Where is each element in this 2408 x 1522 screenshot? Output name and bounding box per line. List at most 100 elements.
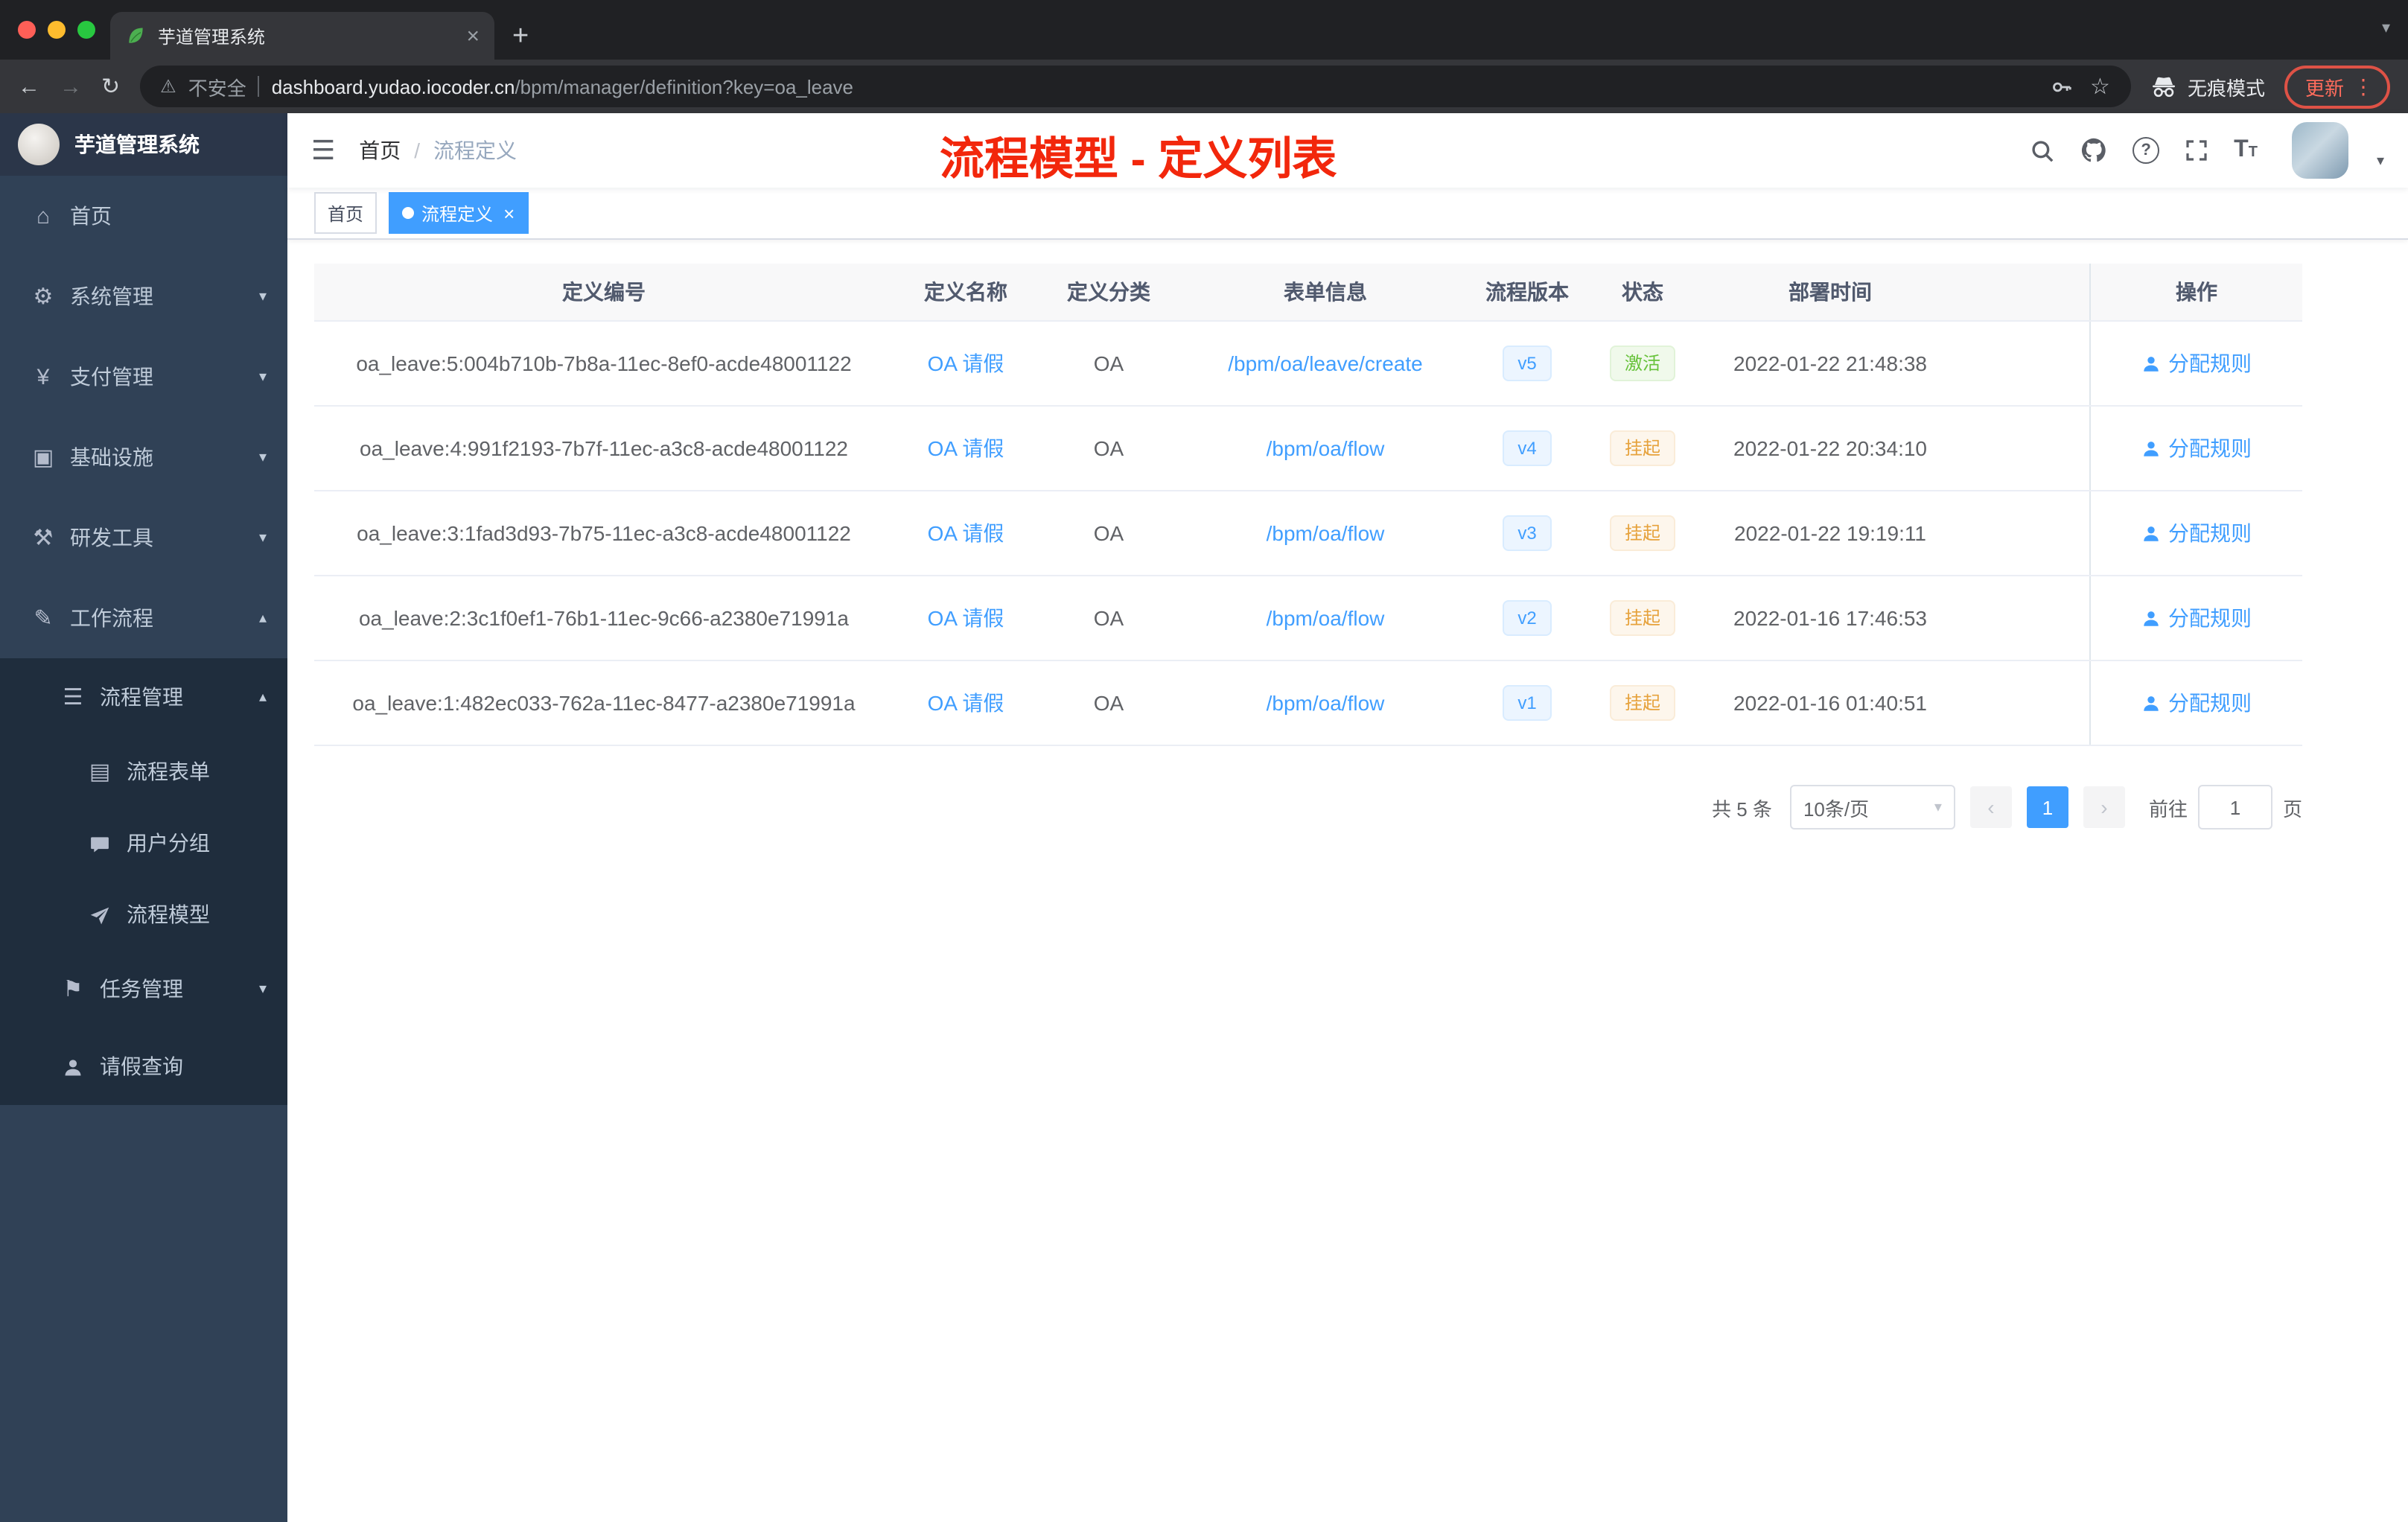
tag-label: 首页 <box>328 203 364 224</box>
tag-label: 流程定义 <box>421 203 494 224</box>
search-icon[interactable] <box>2030 138 2055 163</box>
col-category: 定义分类 <box>1067 280 1150 304</box>
prev-page-button[interactable]: ‹ <box>1969 786 2012 828</box>
url-omnibox[interactable]: ⚠ 不安全 dashboard.yudao.iocoder.cn/bpm/man… <box>139 66 2131 107</box>
sidebar-item-label: 系统管理 <box>70 284 153 308</box>
sidebar-item-payment-management[interactable]: ¥ 支付管理 ▾ <box>0 337 287 417</box>
sidebar-item-dev-tools[interactable]: ⚒ 研发工具 ▾ <box>0 497 287 578</box>
cell-deploy-time: 2022-01-16 01:40:51 <box>1733 691 1927 715</box>
cell-definition-name: OA 请假 <box>894 433 1038 463</box>
tag-process-definition[interactable]: 流程定义 × <box>389 192 529 234</box>
col-version: 流程版本 <box>1485 280 1569 304</box>
not-secure-label[interactable]: 不安全 <box>188 72 246 101</box>
goto-label: 前往 <box>2148 797 2188 820</box>
breadcrumb-separator: / <box>414 138 421 162</box>
help-icon[interactable]: ? <box>2133 137 2160 164</box>
table-row: oa_leave:1:482ec033-762a-11ec-8477-a2380… <box>314 661 2302 746</box>
sidebar-item-task-management[interactable]: ⚑ 任务管理 ▾ <box>0 950 287 1028</box>
tag-close-icon[interactable]: × <box>503 202 515 224</box>
definition-name-link[interactable]: OA 请假 <box>928 521 1004 545</box>
definition-name-link[interactable]: OA 请假 <box>928 351 1004 375</box>
cell-definition-id: oa_leave:4:991f2193-7b7f-11ec-a3c8-acde4… <box>360 436 848 460</box>
page-size-value: 10条/页 <box>1803 797 1870 820</box>
cell-status: 挂起 <box>1583 430 1702 466</box>
list-icon: ☰ <box>63 685 83 710</box>
key-icon[interactable] <box>2050 75 2072 98</box>
tab-close-icon[interactable]: × <box>466 23 480 48</box>
sidebar-item-process-form[interactable]: ▤ 流程表单 <box>0 736 287 807</box>
sidebar-item-infrastructure[interactable]: ▣ 基础设施 ▾ <box>0 417 287 497</box>
favicon-leaf-icon <box>129 28 143 43</box>
goto-page-input[interactable] <box>2197 785 2272 830</box>
sidebar-item-workflow[interactable]: ✎ 工作流程 ▴ <box>0 578 287 658</box>
col-definition-id: 定义编号 <box>562 280 646 304</box>
chevron-up-icon: ▴ <box>258 610 267 626</box>
tab-search-caret-icon[interactable]: ▾ <box>2382 18 2390 37</box>
update-label: 更新 <box>2305 77 2344 99</box>
browser-menu-icon[interactable]: ⋮ <box>2353 74 2374 99</box>
sidebar-item-process-management[interactable]: ☰ 流程管理 ▴ <box>0 658 287 736</box>
chrome-update-button[interactable]: 更新 ⋮ <box>2284 65 2390 108</box>
status-tag: 挂起 <box>1609 430 1675 466</box>
active-tag-dot <box>402 207 415 219</box>
definition-name-link[interactable]: OA 请假 <box>928 606 1004 630</box>
browser-tab[interactable]: 芋道管理系统 × <box>110 12 494 60</box>
assign-rule-button[interactable]: 分配规则 <box>2141 433 2252 463</box>
chevron-up-icon: ▴ <box>258 689 267 705</box>
col-action: 操作 <box>2089 264 2302 320</box>
minimize-window-button[interactable] <box>48 21 66 39</box>
screen: 芋道管理系统 × + ▾ ← → ↻ ⚠ 不安全 dashboard.yudao… <box>0 0 2408 1522</box>
sidebar-item-process-model[interactable]: 流程模型 <box>0 879 287 950</box>
page-1-button[interactable]: 1 <box>2026 786 2068 828</box>
assign-rule-button[interactable]: 分配规则 <box>2141 603 2252 633</box>
definition-name-link[interactable]: OA 请假 <box>928 436 1004 460</box>
new-tab-button[interactable]: + <box>512 21 529 54</box>
bookmark-star-icon[interactable]: ☆ <box>2090 73 2110 100</box>
form-info-link[interactable]: /bpm/oa/flow <box>1267 521 1385 545</box>
sidebar-item-user-group[interactable]: 用户分组 <box>0 807 287 879</box>
version-tag: v4 <box>1503 430 1552 466</box>
cell-category: OA <box>1093 351 1124 375</box>
zoom-window-button[interactable] <box>77 21 95 39</box>
assign-rule-button[interactable]: 分配规则 <box>2141 348 2252 378</box>
next-page-button[interactable]: › <box>2083 786 2125 828</box>
assign-rule-button[interactable]: 分配规则 <box>2141 518 2252 548</box>
omnibox-divider <box>258 76 260 97</box>
sidebar-item-system-management[interactable]: ⚙ 系统管理 ▾ <box>0 256 287 337</box>
page-size-select[interactable]: 10条/页 ▾ <box>1789 785 1955 830</box>
sidebar: 芋道管理系统 ⌂ 首页 ⚙ 系统管理 ▾ ¥ 支付管理 ▾ ▣ 基础设施 ▾ ⚒… <box>0 113 287 1522</box>
form-info-link[interactable]: /bpm/oa/flow <box>1267 691 1385 715</box>
cell-status: 挂起 <box>1583 685 1702 721</box>
back-icon[interactable]: ← <box>18 74 40 99</box>
assign-rule-button[interactable]: 分配规则 <box>2141 688 2252 718</box>
reload-icon[interactable]: ↻ <box>101 73 120 100</box>
form-info-link[interactable]: /bpm/oa/leave/create <box>1228 351 1423 375</box>
sidebar-logo[interactable]: 芋道管理系统 <box>0 113 287 176</box>
url-text: dashboard.yudao.iocoder.cn/bpm/manager/d… <box>272 75 853 98</box>
form-info-link[interactable]: /bpm/oa/flow <box>1267 436 1385 460</box>
cell-action: 分配规则 <box>2089 661 2302 745</box>
font-size-big: T <box>2234 137 2249 162</box>
breadcrumb-home[interactable]: 首页 <box>359 136 401 165</box>
avatar-caret-icon[interactable]: ▾ <box>2377 153 2384 170</box>
cell-version: v2 <box>1471 600 1583 636</box>
pagination-total: 共 5 条 <box>1712 797 1772 820</box>
forward-icon[interactable]: → <box>60 74 82 99</box>
tag-home[interactable]: 首页 <box>314 192 378 234</box>
sidebar-item-home[interactable]: ⌂ 首页 <box>0 176 287 256</box>
form-info-link[interactable]: /bpm/oa/flow <box>1267 606 1385 630</box>
cell-definition-id: oa_leave:1:482ec033-762a-11ec-8477-a2380… <box>352 691 856 715</box>
sidebar-item-leave-query[interactable]: 请假查询 <box>0 1028 287 1105</box>
hamburger-icon[interactable]: ☰ <box>311 135 335 166</box>
close-window-button[interactable] <box>18 21 36 39</box>
github-icon[interactable] <box>2080 137 2107 164</box>
table-body: oa_leave:5:004b710b-7b8a-11ec-8ef0-acde4… <box>314 322 2302 746</box>
status-tag: 挂起 <box>1609 515 1675 551</box>
definition-name-link[interactable]: OA 请假 <box>928 691 1004 715</box>
fullscreen-icon[interactable] <box>2185 138 2208 162</box>
cell-deploy-time: 2022-01-16 17:46:53 <box>1733 606 1927 630</box>
user-avatar[interactable] <box>2291 122 2348 179</box>
browser-address-bar: ← → ↻ ⚠ 不安全 dashboard.yudao.iocoder.cn/b… <box>0 60 2408 113</box>
font-size-icon[interactable]: T T <box>2234 138 2258 162</box>
sidebar-item-label: 请假查询 <box>100 1054 183 1078</box>
